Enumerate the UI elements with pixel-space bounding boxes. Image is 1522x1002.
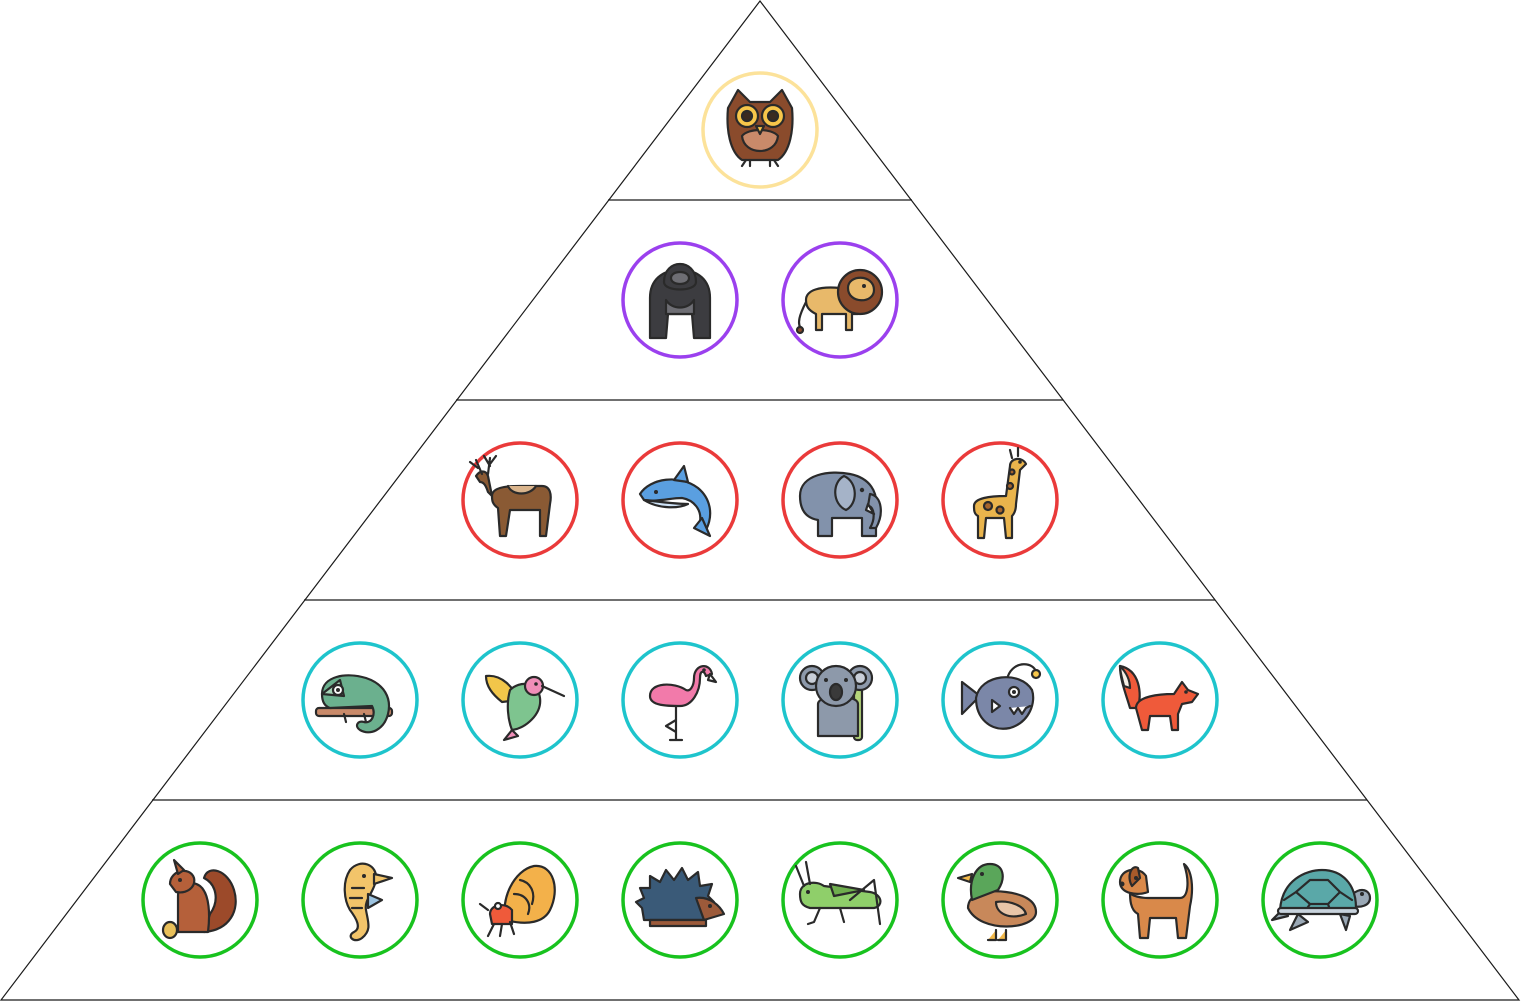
badge-elephant [781,441,899,559]
badge-duck [941,841,1059,959]
badge-dog [1101,841,1219,959]
owl-icon [726,88,794,168]
badge-deer [461,441,579,559]
badge-dolphin [621,441,739,559]
badge-turtle [1261,841,1379,959]
badge-giraffe [941,441,1059,559]
badge-hedgehog [621,841,739,959]
badge-squirrel [141,841,259,959]
tier-4 [301,641,1219,759]
badge-hermit-crab [461,841,579,959]
badge-owl [701,71,819,189]
badge-gorilla [621,241,739,359]
animal-badges [141,71,1379,959]
badge-anglerfish [941,641,1059,759]
badge-lion [781,241,899,359]
tier-5 [141,841,1379,959]
badge-koala [781,641,899,759]
tier-3 [461,441,1059,559]
badge-flamingo [621,641,739,759]
badge-chameleon [301,641,419,759]
badge-seahorse [301,841,419,959]
badge-fox [1101,641,1219,759]
tier-2 [621,241,899,359]
food-pyramid-diagram [0,0,1521,1001]
badge-hummingbird [461,641,579,759]
tier-1 [701,71,819,189]
badge-ring [621,441,739,559]
badge-grasshopper [781,841,899,959]
